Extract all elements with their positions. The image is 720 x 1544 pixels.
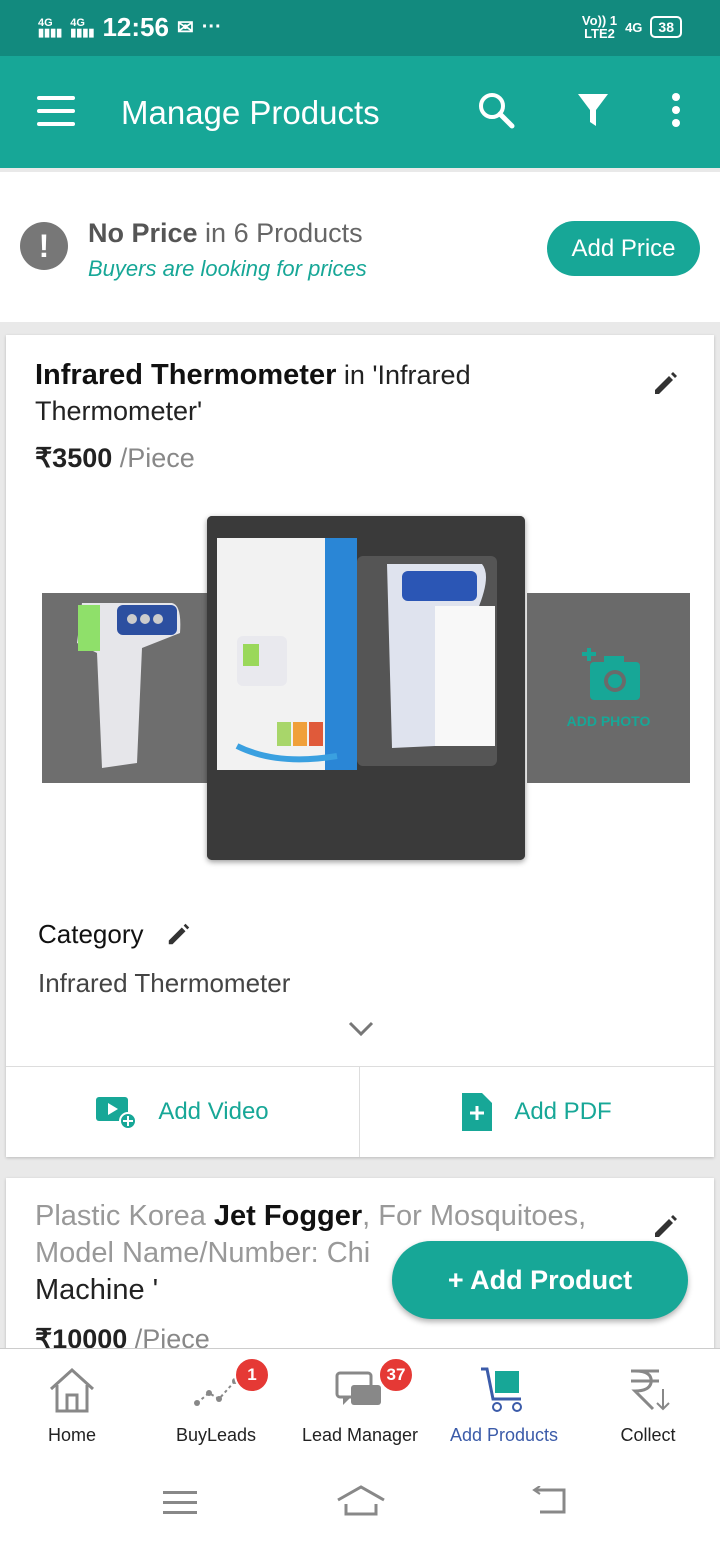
notice-text: No Price in 6 Products <box>88 218 363 248</box>
nav-label: Add Products <box>449 1425 559 1445</box>
filter-icon[interactable] <box>576 90 610 130</box>
no-price-notice: ! No Price in 6 Products Buyers are look… <box>0 172 720 322</box>
edit-icon[interactable] <box>652 369 680 397</box>
category-edit-icon[interactable] <box>166 921 192 947</box>
nav-collect[interactable]: Collect <box>576 1349 720 1461</box>
add-product-button[interactable]: + Add Product <box>392 1241 688 1319</box>
message-icon: ✉ <box>176 17 194 39</box>
page-title: Manage Products <box>121 94 380 131</box>
product-image-thumb[interactable] <box>42 593 207 783</box>
system-navigation-bar <box>0 1460 720 1544</box>
add-pdf-button[interactable]: Add PDF <box>360 1067 714 1157</box>
add-price-button[interactable]: Add Price <box>547 221 700 276</box>
add-camera-icon <box>582 648 640 700</box>
add-pdf-label: Add PDF <box>514 1098 612 1125</box>
home-nav-icon[interactable] <box>336 1484 386 1518</box>
bottom-navigation: Home 1 BuyLeads 37 Lead Manager Add Prod… <box>0 1348 720 1461</box>
add-photo-label: ADD PHOTO <box>566 713 651 729</box>
video-icon <box>96 1097 137 1129</box>
signal-icon: 4G ▮▮▮▮ <box>38 16 63 39</box>
add-photo-slot[interactable]: ADD PHOTO <box>527 593 690 783</box>
nav-label: Lead Manager <box>301 1425 419 1445</box>
network-4g-label: 4G <box>625 19 643 35</box>
add-video-label: Add Video <box>158 1098 269 1125</box>
home-icon <box>49 1367 95 1413</box>
notification-badge: 37 <box>378 1357 414 1393</box>
add-video-button[interactable]: Add Video <box>6 1067 359 1157</box>
nav-home[interactable]: Home <box>0 1349 144 1461</box>
hamburger-menu-icon[interactable] <box>37 96 75 135</box>
notice-subtext: Buyers are looking for prices <box>88 256 367 281</box>
app-bar: Manage Products <box>0 56 720 168</box>
category-label: Category <box>38 919 144 949</box>
nav-label: BuyLeads <box>175 1425 257 1445</box>
product-card: Infrared Thermometer in 'Infrared Thermo… <box>6 335 714 1157</box>
battery-icon: 38 <box>650 16 682 38</box>
search-icon[interactable] <box>476 90 516 130</box>
product-name[interactable]: Infrared Thermometer in 'Infrared Thermo… <box>35 357 605 429</box>
back-icon[interactable] <box>530 1486 568 1516</box>
product-image-main[interactable] <box>207 516 525 860</box>
more-dots: ··· <box>201 16 222 38</box>
pdf-file-icon <box>462 1093 493 1131</box>
rupee-icon <box>631 1369 670 1411</box>
edit-icon[interactable] <box>652 1212 680 1240</box>
product-price: ₹3500 /Piece <box>35 443 195 473</box>
category-value: Infrared Thermometer <box>38 968 291 998</box>
nav-buyleads[interactable]: 1 BuyLeads <box>144 1349 288 1461</box>
chevron-down-icon[interactable] <box>348 1021 374 1037</box>
more-vert-icon[interactable] <box>670 90 682 130</box>
cart-icon <box>481 1367 522 1412</box>
volte-label: Vo)) 1 LTE2 <box>581 13 618 41</box>
nav-label: Collect <box>620 1425 676 1445</box>
nav-add-products[interactable]: Add Products <box>432 1349 576 1461</box>
alert-icon: ! <box>20 222 68 270</box>
nav-label: Home <box>47 1425 96 1445</box>
recent-apps-icon[interactable] <box>163 1490 197 1516</box>
nav-lead-manager[interactable]: 37 Lead Manager <box>288 1349 432 1461</box>
signal-icon-2: 4G ▮▮▮▮ <box>70 16 95 39</box>
status-bar: 4G ▮▮▮▮ 4G ▮▮▮▮ 12:56 ✉ ··· Vo)) 1 LTE2 4G … <box>0 0 720 56</box>
notification-badge: 1 <box>234 1357 270 1393</box>
status-time: 12:56 <box>102 12 169 42</box>
